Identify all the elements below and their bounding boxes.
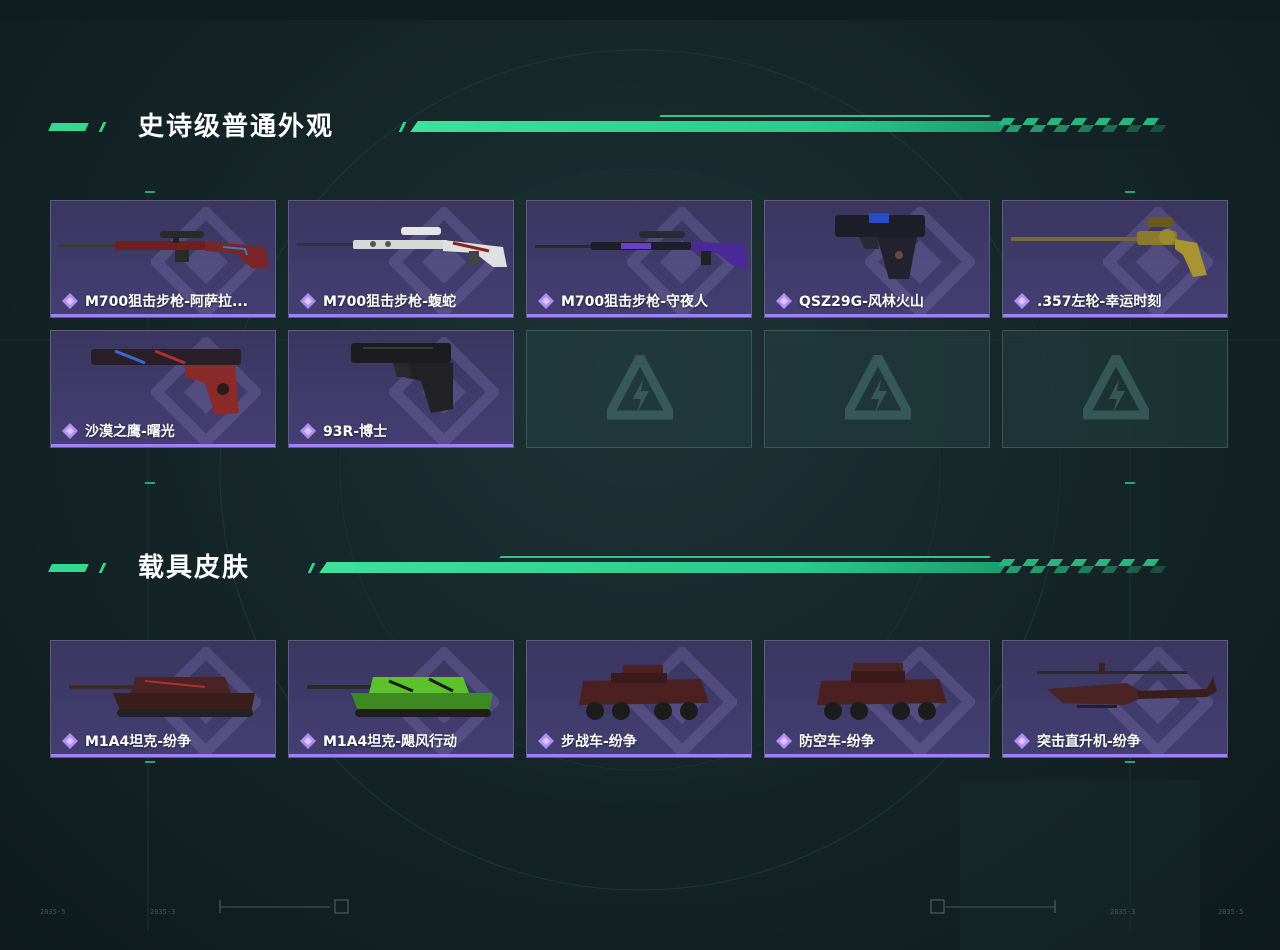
skin-label: 93R-博士 [299, 421, 387, 441]
skin-name: M700狙击步枪-蝮蛇 [323, 294, 456, 310]
pistol-icon [351, 343, 453, 413]
sniper-rifle-icon [59, 231, 269, 269]
skin-label: .357左轮-幸运时刻 [1013, 291, 1161, 311]
header-accent-bar [48, 123, 89, 131]
rarity-gem-icon [538, 733, 554, 749]
skin-card[interactable]: M1A4坦克-飓风行动 [288, 640, 514, 758]
revolver-icon [1011, 217, 1207, 277]
tank-icon [69, 677, 255, 717]
section-header-epic: 史诗级普通外观 [0, 114, 1280, 144]
header-line [410, 121, 1008, 132]
skin-card[interactable]: M700狙击步枪-守夜人 [526, 200, 752, 318]
footer-code: 2035-3 [150, 908, 176, 916]
skin-card[interactable]: M700狙击步枪-蝮蛇 [288, 200, 514, 318]
header-thin-line [499, 556, 991, 558]
helicopter-icon [1037, 663, 1217, 708]
skin-label: 步战车-纷争 [537, 731, 637, 751]
skin-name: 防空车-纷争 [799, 734, 875, 750]
footer-code: 2035-5 [1218, 908, 1244, 916]
footer-code: 2035-5 [40, 908, 66, 916]
header-accent-tick [98, 122, 107, 132]
skin-name: M1A4坦克-纷争 [85, 734, 192, 750]
rarity-gem-icon [300, 293, 316, 309]
skin-name: 突击直升机-纷争 [1037, 734, 1141, 750]
skin-label: M700狙击步枪-阿萨拉... [61, 291, 248, 311]
empty-slot [764, 330, 990, 448]
skin-name: QSZ29G-风林火山 [799, 294, 924, 310]
rarity-gem-icon [62, 733, 78, 749]
skin-label: QSZ29G-风林火山 [775, 291, 924, 311]
section-header-vehicles: 载具皮肤 [0, 555, 1280, 585]
pistol-icon [835, 213, 925, 279]
rarity-gem-icon [776, 733, 792, 749]
grid-marker [1125, 191, 1135, 193]
skin-card[interactable]: 沙漠之鹰-曙光 [50, 330, 276, 448]
sniper-rifle-icon [535, 231, 747, 267]
rarity-gem-icon [1014, 733, 1030, 749]
skin-name: M700狙击步枪-阿萨拉... [85, 294, 248, 310]
section-title: 史诗级普通外观 [138, 112, 335, 142]
game-logo-icon [845, 355, 911, 420]
skin-name: .357左轮-幸运时刻 [1037, 294, 1162, 310]
skin-card[interactable]: 突击直升机-纷争 [1002, 640, 1228, 758]
tank-icon [307, 677, 493, 717]
skin-label: M1A4坦克-飓风行动 [299, 731, 457, 751]
grid-marker [145, 191, 155, 193]
skin-name: 93R-博士 [323, 424, 388, 440]
skin-card[interactable]: M1A4坦克-纷争 [50, 640, 276, 758]
skin-card[interactable]: 防空车-纷争 [764, 640, 990, 758]
skin-card[interactable]: QSZ29G-风林火山 [764, 200, 990, 318]
skin-card[interactable]: M700狙击步枪-阿萨拉... [50, 200, 276, 318]
header-line [319, 562, 1008, 573]
empty-slot [1002, 330, 1228, 448]
rarity-gem-icon [776, 293, 792, 309]
rarity-gem-icon [1014, 293, 1030, 309]
header-accent-bar [48, 564, 89, 572]
checker-pattern [998, 559, 1167, 573]
skin-label: M700狙击步枪-蝮蛇 [299, 291, 456, 311]
skin-name: 步战车-纷争 [561, 734, 637, 750]
header-thin-line [659, 115, 991, 117]
header-accent-tick [307, 563, 316, 573]
skin-label: 防空车-纷争 [775, 731, 875, 751]
section-title: 载具皮肤 [138, 553, 251, 583]
game-logo-icon [1083, 355, 1149, 420]
pistol-icon [91, 349, 241, 415]
skin-name: M1A4坦克-飓风行动 [323, 734, 458, 750]
rarity-gem-icon [62, 293, 78, 309]
checker-pattern [998, 118, 1167, 132]
skin-label: 沙漠之鹰-曙光 [61, 421, 175, 441]
rarity-gem-icon [62, 423, 78, 439]
header-accent-tick [98, 563, 107, 573]
skin-label: 突击直升机-纷争 [1013, 731, 1141, 751]
skin-card[interactable]: .357左轮-幸运时刻 [1002, 200, 1228, 318]
header-accent-tick [398, 122, 407, 132]
skin-card[interactable]: 93R-博士 [288, 330, 514, 448]
ifv-icon [579, 665, 709, 720]
skin-name: 沙漠之鹰-曙光 [85, 424, 175, 440]
skin-name: M700狙击步枪-守夜人 [561, 294, 708, 310]
footer-code: 2035-3 [1110, 908, 1136, 916]
grid-marker [145, 761, 155, 763]
rarity-gem-icon [300, 423, 316, 439]
skin-card[interactable]: 步战车-纷争 [526, 640, 752, 758]
skin-label: M1A4坦克-纷争 [61, 731, 191, 751]
background-hud [0, 49, 1280, 950]
skin-label: M700狙击步枪-守夜人 [537, 291, 708, 311]
sniper-rifle-icon [297, 227, 507, 267]
top-strip [0, 0, 1280, 20]
empty-slot [526, 330, 752, 448]
grid-marker [145, 482, 155, 484]
rarity-gem-icon [300, 733, 316, 749]
game-logo-icon [607, 355, 673, 420]
grid-marker [1125, 482, 1135, 484]
aa-vehicle-icon [817, 663, 947, 720]
grid-marker [1125, 761, 1135, 763]
rarity-gem-icon [538, 293, 554, 309]
